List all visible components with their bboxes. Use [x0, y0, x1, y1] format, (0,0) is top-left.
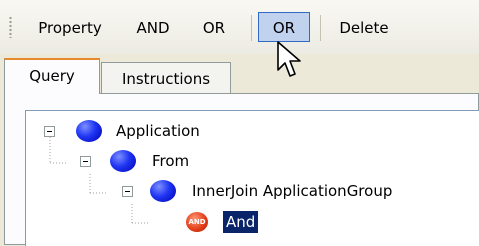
mouse-pointer-icon: [277, 41, 301, 77]
delete-button[interactable]: Delete: [332, 16, 396, 40]
collapse-toggle[interactable]: [80, 156, 91, 167]
collapse-toggle[interactable]: [44, 126, 55, 137]
blue-node-icon: [110, 150, 136, 172]
tab-instructions[interactable]: Instructions: [101, 62, 231, 94]
or-button[interactable]: OR: [194, 16, 234, 40]
tree-node-application[interactable]: Application: [116, 120, 200, 142]
tree-node-from[interactable]: From: [152, 150, 189, 172]
blue-node-icon: [76, 120, 102, 142]
blue-node-icon: [150, 180, 176, 202]
query-tree[interactable]: Application From InnerJoin ApplicationGr…: [25, 110, 479, 246]
or-hovered-button[interactable]: OR: [258, 12, 310, 42]
property-button[interactable]: Property: [22, 16, 118, 40]
tree-node-and[interactable]: And: [223, 211, 259, 233]
toolbar: Property AND OR OR Delete: [0, 0, 479, 54]
and-button[interactable]: AND: [130, 16, 176, 40]
toolbar-grip[interactable]: [9, 16, 12, 38]
collapse-toggle[interactable]: [122, 186, 133, 197]
and-operator-icon: AND: [186, 212, 208, 232]
tree-node-innerjoin[interactable]: InnerJoin ApplicationGroup: [192, 180, 392, 202]
toolbar-separator: [251, 15, 252, 41]
tab-query[interactable]: Query: [4, 58, 100, 94]
toolbar-separator: [320, 15, 321, 41]
